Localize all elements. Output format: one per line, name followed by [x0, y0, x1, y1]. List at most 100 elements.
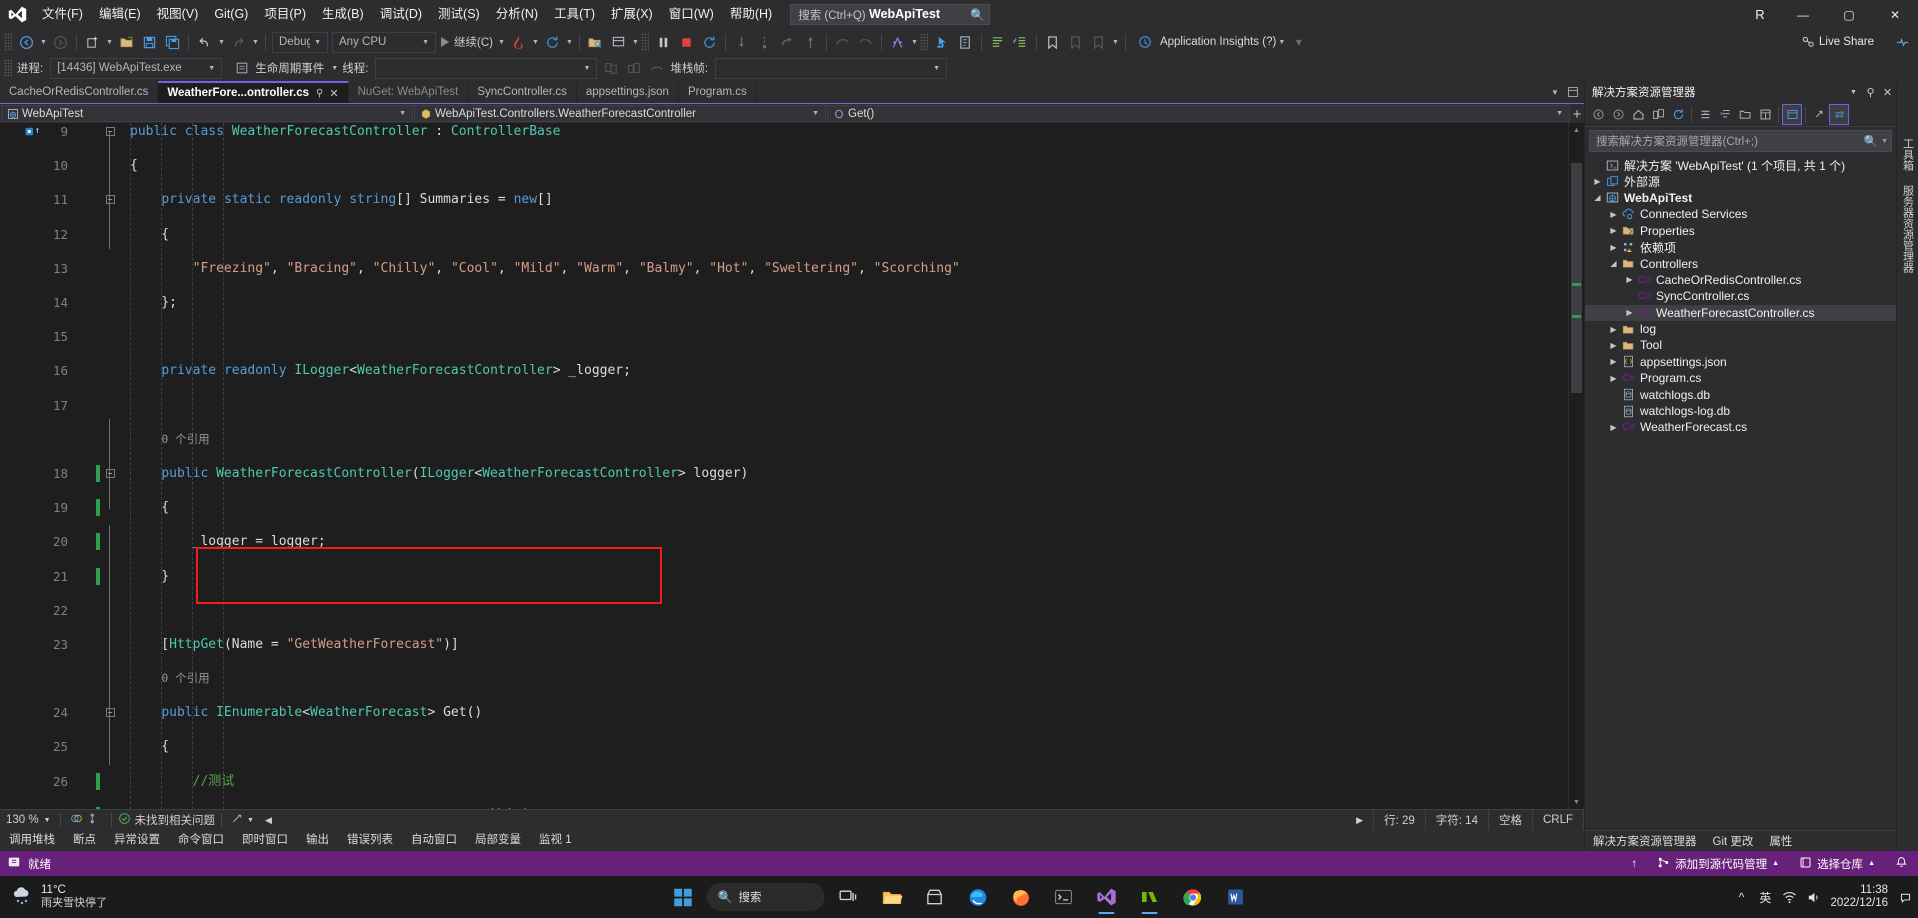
se-footer-tab-2[interactable]: 属性	[1761, 833, 1800, 849]
tree-item[interactable]: watchlogs.db	[1585, 386, 1896, 402]
pending-changes-icon[interactable]	[1648, 104, 1668, 125]
application-insights-icon[interactable]	[1134, 31, 1157, 53]
dock-tab-5[interactable]: 输出	[297, 830, 338, 851]
dock-tab-0[interactable]: 调用堆栈	[0, 830, 64, 851]
notifications-button[interactable]	[1885, 851, 1918, 876]
ai-assistant-icon[interactable]	[1895, 31, 1910, 53]
windows-start-icon[interactable]	[664, 878, 702, 916]
minimize-button[interactable]: —	[1780, 0, 1826, 29]
comment-icon[interactable]	[986, 31, 1009, 53]
zoom-level-combo[interactable]: 130 % ▼	[0, 814, 54, 826]
se-footer-tab-0[interactable]: 解决方案资源管理器	[1585, 833, 1705, 849]
expand-collapse-icon[interactable]: ◢	[1607, 259, 1620, 268]
pin-icon[interactable]: ⚲	[316, 88, 323, 99]
code-line[interactable]: 13 "Freezing", "Bracing", "Chilly", "Coo…	[0, 260, 1568, 277]
code-line[interactable]: 22	[0, 602, 1568, 619]
toolbar-grip[interactable]	[919, 33, 928, 51]
code-line[interactable]: 10 {	[0, 157, 1568, 174]
tree-item[interactable]: ▶ C# Program.cs	[1585, 370, 1896, 386]
code-line[interactable]: 24 − public IEnumerable<WeatherForecast> …	[0, 704, 1568, 721]
undo-dropdown[interactable]: ▼	[216, 39, 227, 46]
navbar-project-combo[interactable]: WebApiTest ▼	[1, 105, 413, 122]
chrome-icon[interactable]	[1174, 878, 1212, 916]
code-line[interactable]: 15	[0, 328, 1568, 345]
toolbar-grip[interactable]	[4, 59, 12, 77]
se-footer-tab-1[interactable]: Git 更改	[1705, 833, 1762, 849]
nvidia-icon[interactable]	[1131, 878, 1169, 916]
save-icon[interactable]	[138, 31, 161, 53]
navbar-type-combo[interactable]: WebApiTest.Controllers.WeatherForecastCo…	[414, 105, 826, 122]
code-editor[interactable]: 9− public class WeatherForecastController…	[0, 123, 1568, 809]
tree-item[interactable]: ▶ 外部源	[1585, 173, 1896, 189]
expand-collapse-icon[interactable]: ▶	[1607, 325, 1620, 334]
application-insights-label[interactable]: Application Insights (?)	[1157, 36, 1276, 48]
redo-dropdown[interactable]: ▼	[250, 39, 261, 46]
open-file-icon[interactable]	[115, 31, 138, 53]
expand-collapse-icon[interactable]: ▶	[1607, 423, 1620, 432]
solution-explorer-search-input[interactable]: 搜索解决方案资源管理器(Ctrl+;) 🔍 ▼	[1589, 130, 1892, 152]
undo-icon[interactable]	[193, 31, 216, 53]
code-line[interactable]: 16 private readonly ILogger<WeatherForec…	[0, 362, 1568, 379]
menu-analyze[interactable]: 分析(N)	[488, 0, 546, 29]
tree-item[interactable]: ▶ C# WeatherForecast.cs	[1585, 419, 1896, 435]
home-icon[interactable]	[1628, 104, 1648, 125]
tab-weatherforecastcontroller[interactable]: WeatherFore...ontroller.cs ⚲ ✕	[158, 81, 349, 103]
bookmark-icon[interactable]	[1041, 31, 1064, 53]
break-all-dropdown[interactable]: ▼	[630, 39, 641, 46]
sync-with-active-document-icon[interactable]	[1829, 104, 1849, 125]
solution-platform-combo[interactable]: Any CPU ▼	[332, 31, 436, 53]
tree-item[interactable]: C# SyncController.cs	[1585, 288, 1896, 304]
new-item-icon[interactable]	[81, 31, 104, 53]
show-all-files-icon[interactable]	[1735, 104, 1755, 125]
tree-item[interactable]: ▶ C# WeatherForecastController.cs	[1585, 304, 1896, 321]
tab-cacheorrediscontroller[interactable]: CacheOrRedisController.cs	[0, 81, 159, 103]
chevron-down-icon[interactable]: ▼	[247, 817, 261, 824]
firefox-icon[interactable]	[1002, 878, 1040, 916]
scrollbar-thumb[interactable]	[1571, 163, 1582, 393]
lifecycle-dropdown[interactable]: ▼	[329, 65, 340, 72]
network-icon[interactable]	[1778, 876, 1800, 918]
menu-test[interactable]: 测试(S)	[430, 0, 488, 29]
tree-item[interactable]: watchlogs-log.db	[1585, 403, 1896, 419]
step-into-icon[interactable]	[730, 31, 753, 53]
refresh-icon[interactable]	[1668, 104, 1688, 125]
solution-tree[interactable]: 解决方案 'WebApiTest' (1 个项目, 共 1 个) ▶ 外部源 ◢ Web…	[1585, 155, 1896, 830]
expand-collapse-icon[interactable]: ▶	[1607, 243, 1620, 252]
navigate-back-icon[interactable]	[15, 31, 38, 53]
vtab-server-explorer[interactable]: 服务器资源管理器	[1898, 178, 1918, 280]
expand-collapse-icon[interactable]: ▶	[1623, 275, 1636, 284]
chevron-down-icon[interactable]: ▼	[1845, 82, 1862, 102]
threads-icon[interactable]	[886, 31, 909, 53]
stack-frame-jump-icon[interactable]	[645, 57, 668, 79]
editor-vertical-scrollbar[interactable]: ▲ ▼	[1568, 123, 1584, 809]
dock-tab-3[interactable]: 命令窗口	[169, 830, 233, 851]
close-button[interactable]: ✕	[1872, 0, 1918, 29]
select-repository-button[interactable]: 选择仓库 ▲	[1789, 851, 1885, 876]
expand-collapse-icon[interactable]: ▶	[1607, 374, 1620, 383]
solution-configuration-combo[interactable]: Debug ▼	[272, 31, 328, 53]
collapse-to-definitions-icon[interactable]	[1715, 104, 1735, 125]
threads-dropdown[interactable]: ▼	[909, 39, 920, 46]
task-view-icon[interactable]	[830, 878, 868, 916]
menu-git[interactable]: Git(G)	[206, 0, 256, 29]
account-avatar[interactable]: R	[1740, 0, 1780, 29]
live-visual-tree-icon[interactable]	[954, 31, 977, 53]
close-icon[interactable]: ✕	[329, 87, 338, 100]
thread-combo[interactable]: ▼	[375, 57, 598, 79]
dock-tab-7[interactable]: 自动窗口	[402, 830, 466, 851]
visual-studio-icon[interactable]	[1088, 878, 1126, 916]
tab-appsettings[interactable]: appsettings.json	[576, 81, 679, 103]
toolbar-grip[interactable]	[640, 33, 649, 51]
bookmark-next-icon[interactable]	[1064, 31, 1087, 53]
vtab-toolbox[interactable]: 工具箱	[1898, 131, 1918, 178]
pause-icon[interactable]	[652, 31, 675, 53]
taskbar-weather-widget[interactable]: 11°C 雨夹雪快停了	[0, 884, 230, 910]
prev-issue-icon[interactable]: ◀	[261, 815, 276, 826]
scroll-down-icon[interactable]: ▼	[1569, 795, 1584, 809]
taskbar-search-box[interactable]: 🔍 搜索	[706, 883, 825, 911]
live-share-button[interactable]: Live Share	[1801, 31, 1874, 53]
expand-collapse-icon[interactable]: ▶	[1591, 177, 1604, 186]
edge-icon[interactable]	[959, 878, 997, 916]
tree-item[interactable]: ▶ appsettings.json	[1585, 354, 1896, 370]
step-over-icon[interactable]	[753, 31, 776, 53]
